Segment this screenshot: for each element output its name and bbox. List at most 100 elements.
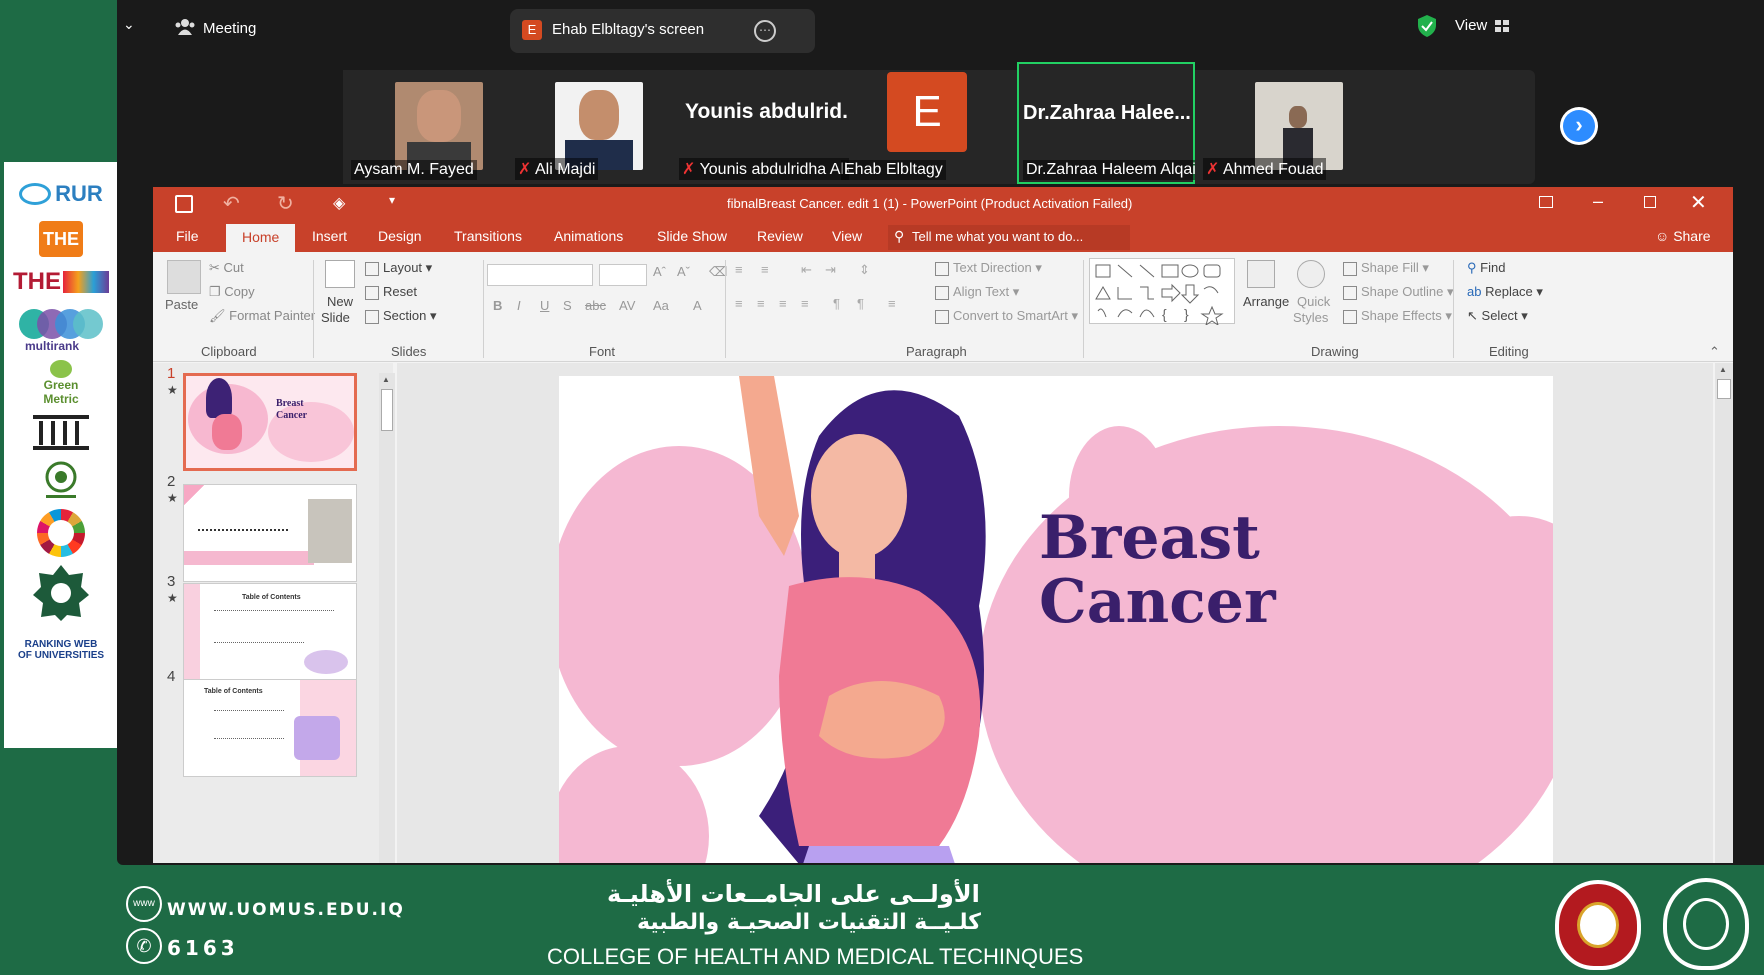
shape-fill-button[interactable]: Shape Fill ▾ — [1343, 260, 1429, 276]
italic-icon[interactable]: I — [517, 298, 521, 313]
participant-tile[interactable]: ✗ Ahmed Fouad — [1195, 70, 1375, 184]
paste-button[interactable]: Paste — [165, 297, 198, 312]
slide-thumbnail-1[interactable]: Breast Cancer — [183, 373, 357, 471]
rur-logo: RUR — [12, 174, 110, 214]
participant-tile[interactable]: Aysam M. Fayed — [343, 70, 535, 184]
collapse-ribbon-icon[interactable]: ⌃ — [1709, 344, 1720, 360]
new-slide-icon[interactable] — [325, 260, 355, 288]
participant-tile[interactable]: Younis abdulrid... ✗ Younis abdulridha A… — [677, 70, 869, 184]
slide-thumbnail-2[interactable] — [183, 484, 357, 582]
font-family-field[interactable] — [487, 264, 593, 286]
justify-icon[interactable]: ≡ — [801, 296, 809, 311]
screen-share-tab[interactable]: E Ehab Elbltagy's screen ⋯ — [510, 9, 815, 53]
quick-styles-label-1[interactable]: Quick — [1297, 294, 1330, 309]
line-spacing-icon[interactable]: ⇕ — [859, 262, 870, 278]
align-center-icon[interactable]: ≡ — [757, 296, 765, 311]
scroll-thumb[interactable] — [381, 389, 393, 431]
strikethrough-icon[interactable]: abc — [585, 298, 606, 313]
redo-icon[interactable]: ↻ — [277, 191, 294, 216]
underline-icon[interactable]: U — [540, 298, 549, 313]
shadow-icon[interactable]: S — [563, 298, 572, 313]
format-painter-button[interactable]: 🖌 Format Painter — [209, 308, 315, 324]
share-button[interactable]: ☺ Share — [1655, 228, 1711, 244]
present-icon[interactable]: ◈ — [333, 193, 345, 213]
bullets-icon[interactable]: ≡ — [735, 262, 743, 277]
align-left-icon[interactable]: ≡ — [735, 296, 743, 311]
align-right-icon[interactable]: ≡ — [779, 296, 787, 311]
cut-button[interactable]: ✂ Cut — [209, 260, 244, 276]
main-slide[interactable]: Breast Cancer — [559, 376, 1553, 863]
save-icon[interactable] — [175, 195, 193, 213]
view-label[interactable]: View — [1455, 17, 1487, 34]
tab-file[interactable]: File — [176, 228, 199, 244]
indent-decrease-icon[interactable]: ⇤ — [801, 262, 812, 278]
thumbnails-scrollbar[interactable]: ▲ — [379, 373, 395, 863]
reset-button[interactable]: Reset — [365, 284, 417, 300]
font-color-icon[interactable]: A — [693, 298, 702, 313]
svg-text:{: { — [1162, 306, 1167, 322]
slide-thumbnail-4[interactable]: Table of Contents — [183, 679, 357, 777]
customize-toolbar-icon[interactable]: ▾ — [389, 193, 395, 207]
bold-icon[interactable]: B — [493, 298, 502, 313]
select-button[interactable]: ↖ Select ▾ — [1467, 308, 1528, 324]
rtl-icon[interactable]: ¶ — [857, 296, 864, 311]
slide-scrollbar[interactable]: ▲ — [1715, 363, 1733, 863]
tab-insert[interactable]: Insert — [312, 228, 347, 244]
more-options-icon[interactable]: ⋯ — [754, 20, 776, 42]
ranking-logos-strip: RUR THE THE multirank Green Metric RANKI… — [4, 162, 117, 748]
paste-icon[interactable] — [167, 260, 201, 294]
chevron-down-icon[interactable]: ⌄ — [123, 16, 135, 33]
change-case-icon[interactable]: Aa — [653, 298, 669, 313]
grid-view-icon[interactable] — [1495, 20, 1509, 38]
indent-increase-icon[interactable]: ⇥ — [825, 262, 836, 278]
tab-view[interactable]: View — [832, 228, 862, 244]
undo-icon[interactable]: ↶ — [223, 191, 240, 216]
scroll-up-icon[interactable]: ▲ — [382, 375, 390, 384]
divider — [725, 260, 726, 358]
convert-smartart-button[interactable]: Convert to SmartArt ▾ — [935, 308, 1078, 324]
tab-transitions[interactable]: Transitions — [454, 228, 522, 244]
section-button[interactable]: Section ▾ — [365, 308, 437, 324]
participant-tile[interactable]: E Ehab Elbltagy — [841, 70, 1009, 184]
numbering-icon[interactable]: ≡ — [761, 262, 769, 277]
align-text-button[interactable]: Align Text ▾ — [935, 284, 1019, 300]
tab-review[interactable]: Review — [757, 228, 803, 244]
shrink-font-icon[interactable]: Aˇ — [677, 264, 690, 279]
slide-thumbnail-3[interactable]: Table of Contents — [183, 583, 357, 681]
find-button[interactable]: ⚲ Find — [1467, 260, 1505, 276]
char-spacing-icon[interactable]: AV — [619, 298, 635, 313]
new-slide-label-2[interactable]: Slide — [321, 310, 350, 325]
text-direction-button[interactable]: Text Direction ▾ — [935, 260, 1042, 276]
tab-home[interactable]: Home — [226, 224, 296, 252]
replace-button[interactable]: ab Replace ▾ — [1467, 284, 1543, 300]
quick-styles-label-2[interactable]: Styles — [1293, 310, 1328, 325]
grow-font-icon[interactable]: Aˆ — [653, 264, 666, 279]
tab-slide-show[interactable]: Slide Show — [657, 228, 727, 244]
tab-animations[interactable]: Animations — [554, 228, 623, 244]
arrange-icon[interactable] — [1247, 260, 1275, 288]
scroll-up-icon[interactable]: ▲ — [1719, 365, 1727, 374]
tab-design[interactable]: Design — [378, 228, 422, 244]
ribbon-display-icon[interactable] — [1539, 196, 1553, 208]
ltr-icon[interactable]: ¶ — [833, 296, 840, 311]
new-slide-label-1[interactable]: New — [327, 294, 353, 309]
columns-icon[interactable]: ≡ — [888, 296, 896, 311]
scroll-thumb[interactable] — [1717, 379, 1731, 399]
quick-styles-icon[interactable] — [1297, 260, 1325, 288]
minimize-icon[interactable]: – — [1593, 191, 1603, 212]
close-icon[interactable]: ✕ — [1690, 190, 1707, 215]
slide-title[interactable]: Breast Cancer — [1039, 506, 1276, 634]
participant-initial-avatar: E — [887, 72, 967, 152]
shape-outline-button[interactable]: Shape Outline ▾ — [1343, 284, 1454, 300]
arrange-button[interactable]: Arrange — [1243, 294, 1289, 309]
shape-effects-button[interactable]: Shape Effects ▾ — [1343, 308, 1452, 324]
layout-button[interactable]: Layout ▾ — [365, 260, 432, 276]
participant-tile-active-speaker[interactable]: Dr.Zahraa Halee... Dr.Zahraa Haleem Alqa… — [1017, 62, 1213, 184]
font-size-field[interactable] — [599, 264, 647, 286]
shapes-gallery[interactable]: {} — [1089, 258, 1235, 327]
restore-icon[interactable] — [1644, 196, 1656, 208]
tell-me-box[interactable]: ⚲ Tell me what you want to do... — [888, 225, 1130, 250]
next-page-button[interactable]: › — [1560, 107, 1598, 145]
shield-icon[interactable] — [1417, 14, 1437, 43]
copy-button[interactable]: ❐ Copy — [209, 284, 255, 300]
